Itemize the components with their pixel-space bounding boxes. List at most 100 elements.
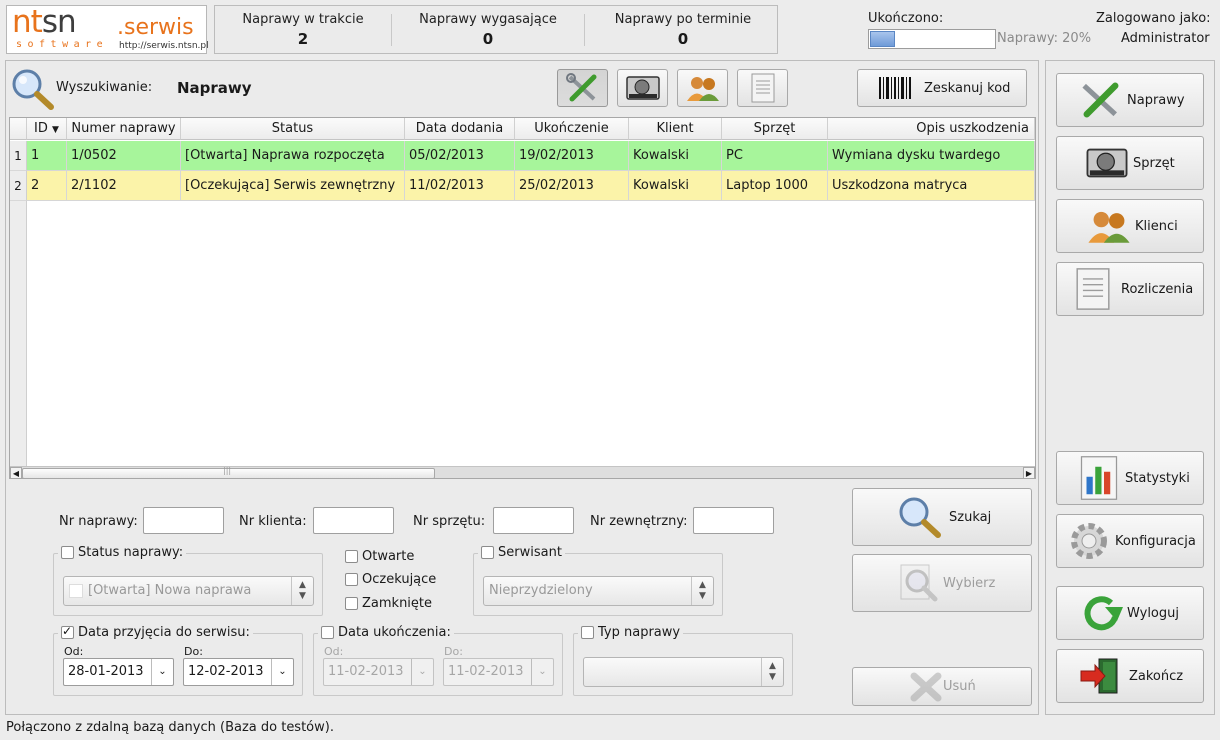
date-completed-checkbox[interactable] — [321, 626, 334, 639]
progress-fill — [870, 31, 895, 47]
closed-checkbox[interactable]: Zamknięte — [345, 596, 432, 611]
sidebar-statistics-button[interactable]: Statystyki — [1056, 451, 1204, 505]
select-button[interactable]: Wybierz — [852, 554, 1032, 612]
filter-clients-button[interactable] — [677, 69, 728, 107]
table-cell-date-added[interactable]: 11/02/2013 — [405, 171, 515, 201]
refresh-arrow-icon — [1084, 596, 1123, 631]
stats-panel: Naprawy w trakcie 2 Naprawy wygasające 0… — [214, 5, 778, 54]
technician-checkbox[interactable] — [481, 546, 494, 559]
search-button[interactable]: Szukaj — [852, 488, 1032, 546]
magnifier-icon — [899, 497, 941, 538]
stat-overdue: Naprawy po terminie 0 — [614, 12, 752, 48]
chevron-down-icon: ⌄ — [411, 659, 433, 685]
filter-repairs-button[interactable] — [557, 69, 608, 107]
sidebar-equipment-button[interactable]: Sprzęt — [1056, 136, 1204, 190]
column-header-status[interactable]: Status — [181, 118, 405, 140]
barcode-icon — [879, 77, 911, 99]
table-cell-status[interactable]: [Otwarta] Naprawa rozpoczęta — [181, 141, 405, 171]
delete-x-icon — [910, 672, 942, 701]
table-cell-description[interactable]: Uszkodzona matryca — [828, 171, 1035, 201]
waiting-checkbox[interactable]: Oczekujące — [345, 572, 436, 587]
sidebar-repairs-button[interactable]: Naprawy — [1056, 73, 1204, 127]
horizontal-scrollbar[interactable]: ◀ ||| ▶ — [10, 466, 1035, 478]
user-label: Zalogowano jako: — [1096, 11, 1211, 26]
logo-ntsn: ntsn — [12, 4, 77, 40]
sidebar-exit-button[interactable]: Zakończ — [1056, 649, 1204, 703]
table-cell-id[interactable]: 1 — [27, 141, 67, 171]
table-cell-completion[interactable]: 19/02/2013 — [515, 141, 629, 171]
equipment-number-input[interactable] — [493, 507, 574, 534]
app-logo: ntsn .serwis software http://serwis.ntsn… — [6, 4, 209, 54]
spin-arrows-icon: ▲ ▼ — [291, 577, 313, 605]
column-header-description[interactable]: Opis uszkodzenia — [828, 118, 1035, 140]
nr-klienta-label: Nr klienta: — [239, 514, 307, 529]
table-cell-completion[interactable]: 25/02/2013 — [515, 171, 629, 201]
table-cell-number[interactable]: 1/0502 — [67, 141, 181, 171]
column-header-number[interactable]: Numer naprawy — [67, 118, 181, 140]
nr-zewnetrzny-label: Nr zewnętrzny: — [590, 514, 688, 529]
filter-billing-button[interactable] — [737, 69, 788, 107]
repair-type-select[interactable]: ▲ ▼ — [583, 657, 784, 687]
column-header-completion[interactable]: Ukończenie — [515, 118, 629, 140]
received-from-date[interactable]: 28-01-2013 ⌄ — [63, 658, 174, 686]
table-cell-number[interactable]: 2/1102 — [67, 171, 181, 201]
logo-url: http://serwis.ntsn.pl — [119, 41, 209, 51]
repair-number-input[interactable] — [143, 507, 224, 534]
external-number-input[interactable] — [693, 507, 774, 534]
chevron-down-icon[interactable]: ⌄ — [151, 659, 173, 685]
scan-code-button[interactable]: Zeskanuj kod — [857, 69, 1027, 107]
nr-sprzetu-label: Nr sprzętu: — [413, 514, 486, 529]
sidebar-clients-button[interactable]: Klienci — [1056, 199, 1204, 253]
harddrive-icon — [625, 76, 660, 100]
technician-filter-toggle[interactable]: Serwisant — [478, 545, 565, 560]
received-to-date[interactable]: 12-02-2013 ⌄ — [183, 658, 294, 686]
chevron-down-icon[interactable]: ⌄ — [271, 659, 293, 685]
people-icon — [1088, 211, 1130, 243]
column-header-client[interactable]: Klient — [629, 118, 722, 140]
search-label: Wyszukiwanie: — [56, 80, 153, 95]
date-received-toggle[interactable]: Data przyjęcia do serwisu: — [58, 624, 253, 640]
sidebar-logout-button[interactable]: Wyloguj — [1056, 586, 1204, 640]
scroll-right-icon[interactable]: ▶ — [1023, 467, 1035, 478]
client-number-input[interactable] — [313, 507, 394, 534]
scroll-left-icon[interactable]: ◀ — [10, 467, 22, 478]
open-checkbox[interactable]: Otwarte — [345, 549, 414, 564]
repair-type-toggle[interactable]: Typ naprawy — [578, 625, 684, 640]
table-cell-equipment[interactable]: PC — [722, 141, 828, 171]
table-cell-date-added[interactable]: 05/02/2013 — [405, 141, 515, 171]
filter-equipment-button[interactable] — [617, 69, 668, 107]
magnifier-icon — [10, 67, 56, 111]
logo-serwis: .serwis — [117, 15, 194, 40]
date-to-label: Do: — [444, 645, 463, 658]
status-select[interactable]: [Otwarta] Nowa naprawa ▲ ▼ — [63, 576, 314, 606]
column-header-id[interactable]: ID ▼ — [27, 118, 67, 140]
table-cell-client[interactable]: Kowalski — [629, 141, 722, 171]
date-completed-toggle[interactable]: Data ukończenia: — [318, 625, 454, 640]
table-cell-client[interactable]: Kowalski — [629, 171, 722, 201]
table-cell-equipment[interactable]: Laptop 1000 — [722, 171, 828, 201]
people-icon — [686, 77, 719, 101]
row-number[interactable]: 2 — [10, 171, 27, 201]
sort-desc-icon: ▼ — [52, 125, 59, 135]
search-mode: Naprawy — [177, 79, 252, 97]
completed-to-date: 11-02-2013 ⌄ — [443, 658, 554, 686]
delete-button[interactable]: Usuń — [852, 667, 1032, 706]
sidebar-billing-button[interactable]: Rozliczenia — [1056, 262, 1204, 316]
date-received-checkbox[interactable] — [61, 624, 74, 639]
column-header-equipment[interactable]: Sprzęt — [722, 118, 828, 140]
table-cell-id[interactable]: 2 — [27, 171, 67, 201]
user-name: Administrator — [1121, 31, 1210, 46]
table-cell-description[interactable]: Wymiana dysku twardego — [828, 141, 1035, 171]
technician-select[interactable]: Nieprzydzielony ▲ ▼ — [483, 576, 714, 606]
repair-type-checkbox[interactable] — [581, 626, 594, 639]
progress-text: Naprawy: 20% — [997, 31, 1092, 46]
document-icon — [1076, 268, 1110, 310]
row-number[interactable]: 1 — [10, 141, 27, 171]
repairs-table[interactable]: ID ▼ Numer naprawy Status Data dodania U… — [9, 117, 1036, 479]
column-header-date-added[interactable]: Data dodania — [405, 118, 515, 140]
table-cell-status[interactable]: [Oczekująca] Serwis zewnętrzny — [181, 171, 405, 201]
sidebar-settings-button[interactable]: Konfiguracja — [1056, 514, 1204, 568]
status-checkbox[interactable] — [61, 546, 74, 559]
scroll-thumb[interactable]: ||| — [22, 466, 435, 478]
status-filter-toggle[interactable]: Status naprawy: — [58, 545, 187, 560]
